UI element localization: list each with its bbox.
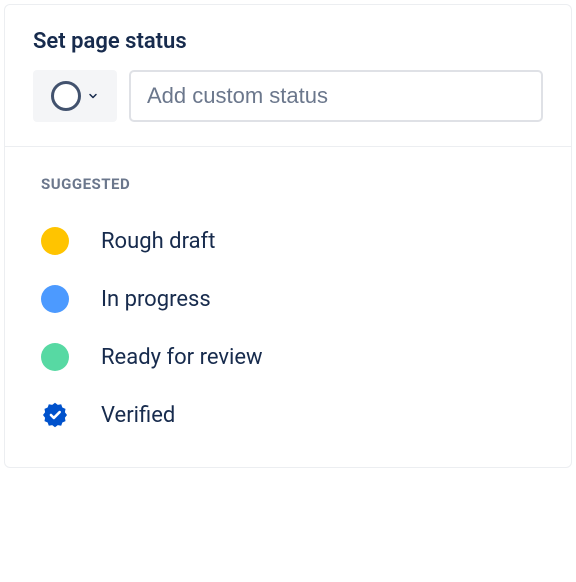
suggested-status-item[interactable]: In progress <box>33 275 543 323</box>
verified-badge-icon <box>41 401 69 429</box>
status-label: Verified <box>101 403 175 428</box>
status-color-dot <box>41 285 69 313</box>
empty-circle-icon <box>51 81 81 111</box>
chevron-down-icon <box>87 90 99 102</box>
status-color-dot <box>41 227 69 255</box>
suggested-status-item[interactable]: Rough draft <box>33 217 543 265</box>
status-label: Rough draft <box>101 229 215 254</box>
suggested-status-item[interactable]: Verified <box>33 391 543 439</box>
status-label: In progress <box>101 287 211 312</box>
panel-title: Set page status <box>33 29 543 54</box>
status-color-picker-button[interactable] <box>33 70 117 122</box>
suggested-status-item[interactable]: Ready for review <box>33 333 543 381</box>
divider <box>5 146 571 147</box>
suggested-status-list: Rough draft In progress Ready for review… <box>33 217 543 439</box>
suggested-section-label: Suggested <box>41 175 543 193</box>
status-color-dot <box>41 343 69 371</box>
custom-status-row <box>33 70 543 122</box>
status-label: Ready for review <box>101 345 263 370</box>
custom-status-input[interactable] <box>129 70 543 122</box>
set-page-status-panel: Set page status Suggested Rough draft In… <box>4 4 572 468</box>
